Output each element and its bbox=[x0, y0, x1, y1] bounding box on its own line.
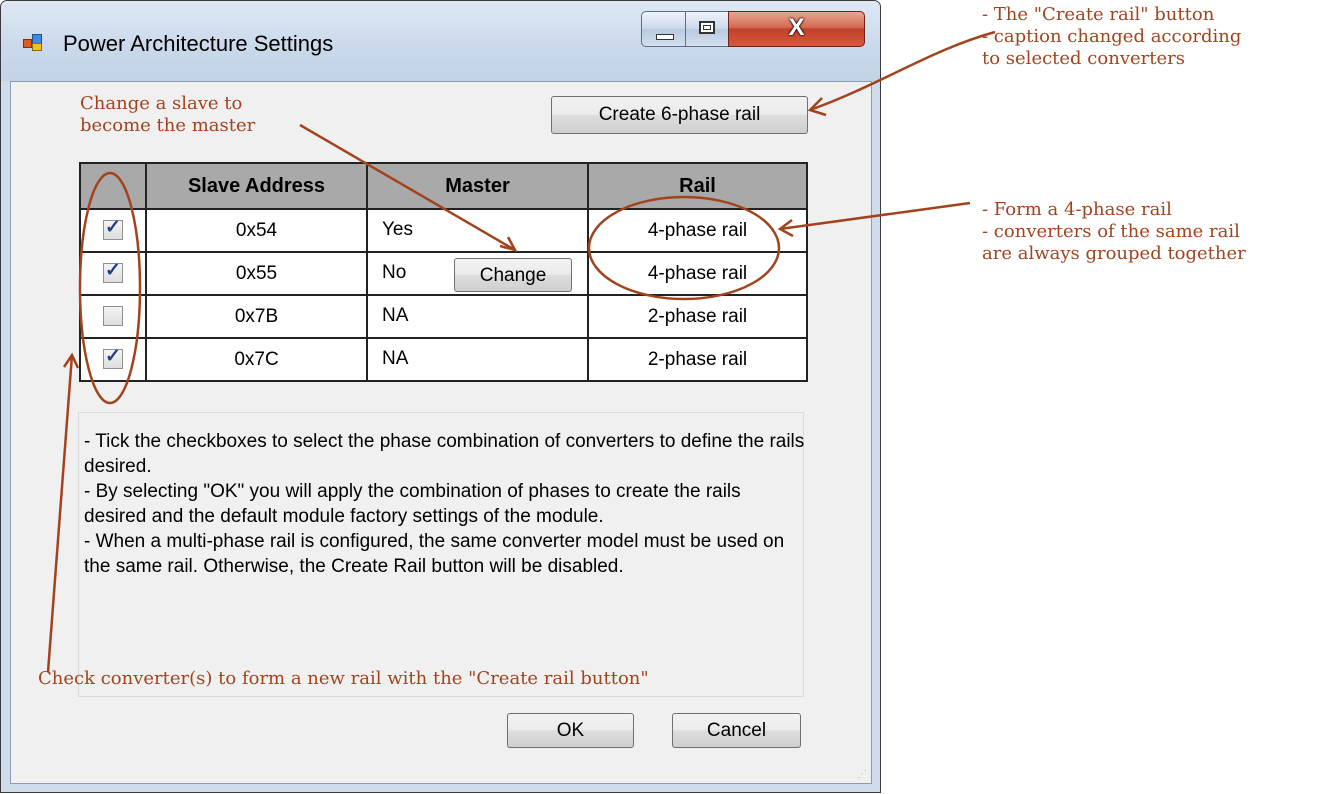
annotation-overlay bbox=[46, 30, 996, 673]
check-converters-arrow bbox=[46, 354, 74, 673]
four-phase-arrow bbox=[779, 201, 971, 231]
rail-highlight-ellipse bbox=[587, 195, 781, 301]
create-rail-arrow bbox=[809, 30, 996, 112]
checkbox-highlight-ellipse bbox=[78, 171, 142, 405]
change-arrow bbox=[299, 123, 516, 252]
